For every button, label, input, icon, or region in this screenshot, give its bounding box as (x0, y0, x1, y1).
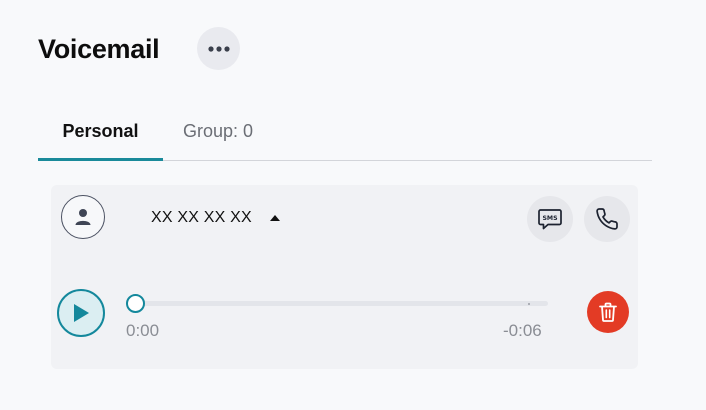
page-title: Voicemail (38, 34, 160, 64)
sms-button[interactable]: SMS (527, 196, 573, 242)
more-horizontal-icon (207, 45, 230, 52)
voicemail-tabs: Personal Group: 0 (38, 113, 652, 161)
call-button[interactable] (584, 196, 630, 242)
avatar (61, 195, 105, 239)
sms-icon: SMS (538, 209, 562, 230)
play-button[interactable] (57, 289, 105, 337)
delete-button[interactable] (587, 291, 629, 333)
playback-track[interactable] (131, 301, 548, 306)
tab-personal[interactable]: Personal (38, 113, 163, 161)
trash-icon (599, 302, 617, 322)
playback-track-end (528, 303, 530, 305)
voicemail-card: XX XX XX XX SMS 0:00 -0:06 (51, 185, 638, 369)
playback-slider-thumb[interactable] (126, 294, 145, 313)
caller-number-toggle[interactable]: XX XX XX XX (151, 209, 280, 227)
elapsed-time: 0:00 (126, 321, 160, 340)
caret-up-icon (269, 215, 280, 221)
phone-icon (596, 208, 618, 230)
user-icon (75, 209, 91, 225)
play-icon (74, 304, 89, 322)
remaining-time: -0:06 (503, 321, 542, 340)
voicemail-page: Voicemail Personal Group: 0 XX XX XX XX … (0, 0, 706, 410)
caller-number: XX XX XX XX (151, 209, 252, 226)
tab-group[interactable]: Group: 0 (183, 113, 253, 160)
more-options-button[interactable] (197, 27, 240, 70)
sms-icon-text: SMS (542, 215, 557, 222)
